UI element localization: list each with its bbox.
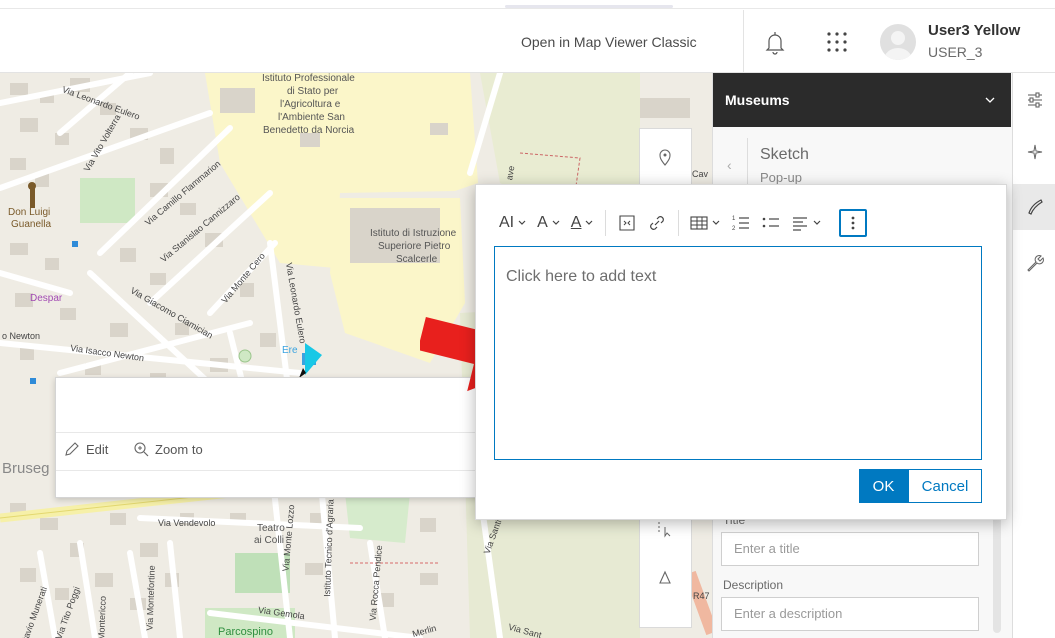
toolbar-separator xyxy=(605,210,607,236)
map-label: Despar xyxy=(30,293,63,304)
map-label: Parcospino xyxy=(218,626,274,638)
map-label: ai Colli xyxy=(254,535,285,546)
rich-text-area[interactable]: Click here to add text xyxy=(494,246,982,460)
map-label: Don Luigi xyxy=(8,207,51,218)
user-id: USER_3 xyxy=(928,44,983,60)
point-tool-icon[interactable] xyxy=(656,147,674,172)
align-left-icon xyxy=(793,217,808,231)
properties-button[interactable] xyxy=(1013,77,1055,123)
feature-popup: Edit Zoom to xyxy=(55,377,495,498)
popup-zoom-to-button[interactable]: Zoom to xyxy=(133,441,203,457)
popup-divider xyxy=(56,432,494,433)
svg-text:2: 2 xyxy=(732,226,736,232)
bullet-list-button[interactable] xyxy=(756,207,786,239)
effects-button[interactable] xyxy=(1013,129,1055,175)
map-label: Bruseg xyxy=(2,460,50,477)
numbered-list-button[interactable]: 12 xyxy=(726,207,756,239)
map-label: Istituto di Istruzione xyxy=(370,228,457,239)
insert-field-button[interactable] xyxy=(612,207,642,239)
app-launcher-icon[interactable] xyxy=(823,28,851,56)
popup-divider xyxy=(56,470,494,471)
rich-text-editor-dialog: AI A A 12 Click here to add text OK Canc… xyxy=(475,184,1007,520)
link-icon xyxy=(650,216,665,230)
layer-selector[interactable]: Museums xyxy=(713,73,1011,127)
map-label: Scalcerle xyxy=(396,254,438,265)
map-label: Via Vendevolo xyxy=(158,518,216,528)
title-input[interactable]: Enter a title xyxy=(721,532,979,566)
select-tool-icon[interactable] xyxy=(656,519,674,544)
open-map-viewer-classic-link[interactable]: Open in Map Viewer Classic xyxy=(521,34,697,50)
font-style-button[interactable]: A xyxy=(532,207,566,239)
map-label: Superiore Pietro xyxy=(378,241,451,252)
description-field-label: Description xyxy=(723,578,784,592)
svg-text:1: 1 xyxy=(732,216,736,222)
font-size-button[interactable]: AI xyxy=(494,207,532,239)
header-top-line xyxy=(0,8,1055,9)
popup-zoom-label: Zoom to xyxy=(155,441,203,457)
numbered-list-icon: 12 xyxy=(732,216,750,232)
pencil-icon xyxy=(65,442,79,456)
table-icon xyxy=(690,216,709,230)
ok-button[interactable]: OK xyxy=(859,469,908,503)
map-label: di Stato per xyxy=(287,86,339,97)
alignment-button[interactable] xyxy=(786,207,827,239)
editor-toolbar: AI A A 12 xyxy=(494,203,982,243)
map-label: Montericco xyxy=(96,595,108,638)
app-header: Open in Map Viewer Classic User3 Yellow … xyxy=(0,0,1055,73)
zoom-in-icon xyxy=(134,442,149,457)
font-color-button[interactable]: A xyxy=(566,207,600,239)
map-label: R47 xyxy=(693,591,710,601)
bullet-list-icon xyxy=(763,217,780,228)
popup-edit-button[interactable]: Edit xyxy=(64,441,108,457)
sparkle-icon xyxy=(1027,144,1042,160)
wrench-icon xyxy=(1026,255,1044,272)
map-label: Teatro xyxy=(257,523,285,534)
header-tab-indicator xyxy=(505,5,673,8)
font-size-icon: AI xyxy=(499,214,515,231)
more-options-button[interactable] xyxy=(839,209,868,237)
chevron-down-icon xyxy=(552,220,560,225)
font-style-icon: A xyxy=(537,214,548,231)
back-chevron-icon[interactable]: ‹ xyxy=(727,157,732,173)
map-label: l'Ambiente San xyxy=(278,112,345,123)
map-label: Cav xyxy=(692,169,709,179)
user-name[interactable]: User3 Yellow xyxy=(928,22,1020,39)
description-input[interactable]: Enter a description xyxy=(721,597,979,631)
table-button[interactable] xyxy=(685,207,726,239)
action-rail xyxy=(1012,73,1055,638)
map-label: o Newton xyxy=(2,331,41,341)
map-label: l'Agricoltura e xyxy=(280,99,341,110)
map-label: Istituto Professionale xyxy=(262,73,355,84)
link-button[interactable] xyxy=(642,207,672,239)
layer-name: Museums xyxy=(725,92,790,108)
tools-button[interactable] xyxy=(1013,240,1055,286)
header-divider xyxy=(743,10,744,73)
map-label: Ere xyxy=(282,345,298,356)
map-label: Guanella xyxy=(11,219,52,230)
chevron-down-icon xyxy=(814,220,821,225)
user-avatar[interactable] xyxy=(880,24,916,60)
popup-edit-label: Edit xyxy=(86,441,109,457)
notifications-bell-icon[interactable] xyxy=(760,28,790,58)
insert-field-icon xyxy=(619,215,636,231)
font-color-icon: A xyxy=(570,214,582,231)
sketch-button[interactable] xyxy=(1013,184,1055,230)
sliders-icon xyxy=(1027,92,1042,108)
panel-subtitle: Pop-up xyxy=(760,170,802,185)
sketch-pen-icon xyxy=(1027,199,1043,215)
chevron-down-icon xyxy=(586,220,593,225)
chevron-down-icon xyxy=(985,97,995,103)
toolbar-separator xyxy=(678,210,680,236)
cancel-button[interactable]: Cancel xyxy=(908,469,982,503)
panel-title: Sketch xyxy=(760,146,809,163)
map-label: Benedetto da Norcia xyxy=(263,125,355,136)
chevron-down-icon xyxy=(713,220,720,225)
chevron-down-icon xyxy=(518,220,526,225)
lasso-tool-icon[interactable] xyxy=(656,569,674,592)
more-vertical-icon xyxy=(852,216,855,230)
